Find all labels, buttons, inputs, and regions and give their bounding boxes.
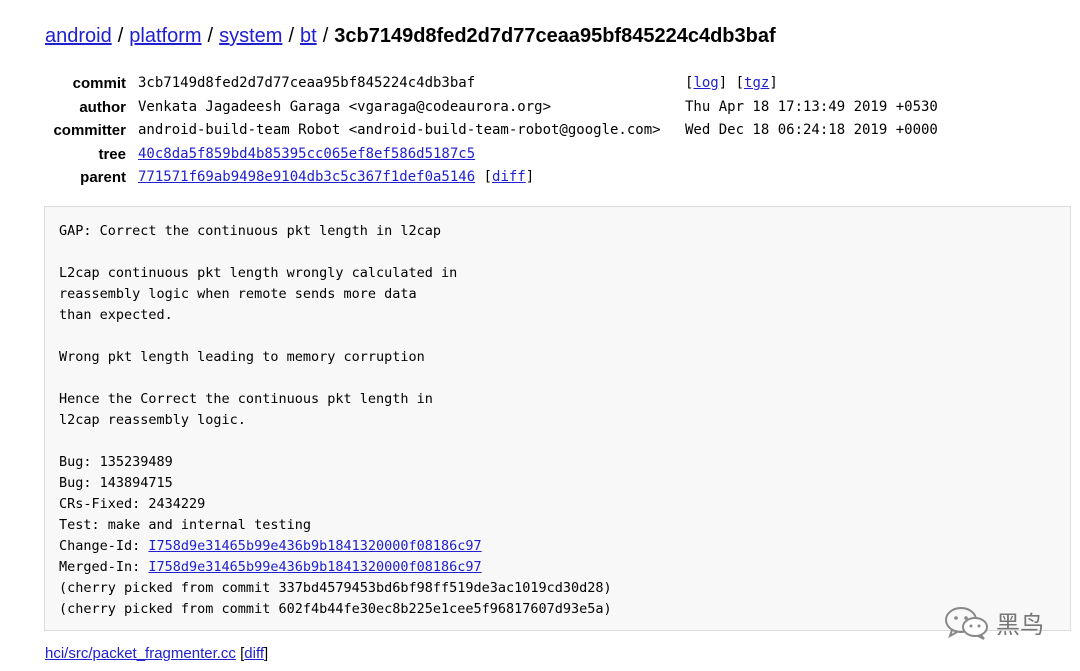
commit-actions: [log] [tgz]: [685, 75, 778, 91]
parent-diff-link[interactable]: diff: [492, 169, 526, 185]
file-link[interactable]: hci/src/packet_fragmenter.cc: [45, 645, 236, 662]
author-row: author Venkata Jagadeesh Garaga <vgaraga…: [44, 96, 938, 120]
committer-value: android-build-team Robot <android-build-…: [138, 122, 661, 138]
commit-message-box: GAP: Correct the continuous pkt length i…: [44, 206, 1071, 631]
breadcrumb-separator: /: [117, 25, 124, 47]
breadcrumb: android / platform / system / bt/3cb7149d8fed2…: [45, 22, 776, 50]
breadcrumb-separator: /: [207, 25, 214, 47]
commit-message: GAP: Correct the continuous pkt length i…: [59, 221, 612, 620]
committer-date: Wed Dec 18 06:24:18 2019 +0000: [685, 122, 938, 138]
change-id-link[interactable]: I758d9e31465b99e436b9b1841320000f08186c9…: [148, 538, 481, 554]
merged-in-label: Merged-In:: [59, 559, 149, 575]
commit-info-table: commit 3cb7149d8fed2d7d77ceaa95bf845224c…: [44, 72, 938, 190]
tgz-link[interactable]: tgz: [744, 75, 769, 91]
commit-hash: 3cb7149d8fed2d7d77ceaa95bf845224c4db3baf: [138, 75, 476, 91]
committer-label: committer: [53, 122, 126, 139]
cherry-pick-line-2: (cherry picked from commit 602f4b44fe30e…: [59, 601, 612, 617]
author-label: author: [79, 98, 126, 116]
changed-files: hci/src/packet_fragmenter.cc [diff]: [45, 645, 269, 662]
committer-row: committer android-build-team Robot <andr…: [44, 119, 938, 143]
commit-label: commit: [72, 75, 126, 92]
commit-message-body: GAP: Correct the continuous pkt length i…: [59, 223, 458, 533]
parent-row: parent 771571f69ab9498e9104db3c5c367f1de…: [44, 166, 938, 190]
tree-link[interactable]: 40c8da5f859bd4b85395cc065ef8ef586d5187c5: [138, 146, 475, 162]
file-diff-link[interactable]: diff: [244, 645, 264, 662]
author-value: Venkata Jagadeesh Garaga <vgaraga@codeau…: [138, 98, 552, 115]
change-id-label: Change-Id:: [59, 538, 149, 554]
breadcrumb-separator: /: [322, 25, 329, 47]
parent-value: 771571f69ab9498e9104db3c5c367f1def0a5146…: [138, 169, 535, 185]
cherry-pick-line-1: (cherry picked from commit 337bd4579453b…: [59, 580, 612, 596]
parent-label: parent: [80, 169, 126, 186]
breadcrumb-separator: /: [288, 25, 294, 47]
breadcrumb-link-android[interactable]: android: [45, 25, 112, 47]
tree-row: tree 40c8da5f859bd4b85395cc065ef8ef586d5…: [44, 143, 938, 167]
wechat-icon: [944, 606, 990, 640]
page-title: 3cb7149d8fed2d7d77ceaa95bf845224c4db3baf: [334, 25, 776, 47]
author-date: Thu Apr 18 17:13:49 2019 +0530: [685, 98, 938, 115]
breadcrumb-link-system[interactable]: system: [219, 25, 282, 47]
breadcrumb-link-bt[interactable]: bt: [300, 25, 317, 47]
merged-in-link[interactable]: I758d9e31465b99e436b9b1841320000f08186c9…: [148, 559, 481, 575]
watermark-text: 黑鸟: [996, 612, 1044, 639]
tree-label: tree: [98, 145, 126, 163]
parent-link[interactable]: 771571f69ab9498e9104db3c5c367f1def0a5146: [138, 169, 475, 185]
watermark: 黑鸟: [944, 605, 1044, 640]
breadcrumb-link-platform[interactable]: platform: [129, 25, 201, 47]
log-link[interactable]: log: [693, 75, 718, 91]
commit-row: commit 3cb7149d8fed2d7d77ceaa95bf845224c…: [44, 72, 938, 96]
tree-value: 40c8da5f859bd4b85395cc065ef8ef586d5187c5: [138, 143, 475, 167]
